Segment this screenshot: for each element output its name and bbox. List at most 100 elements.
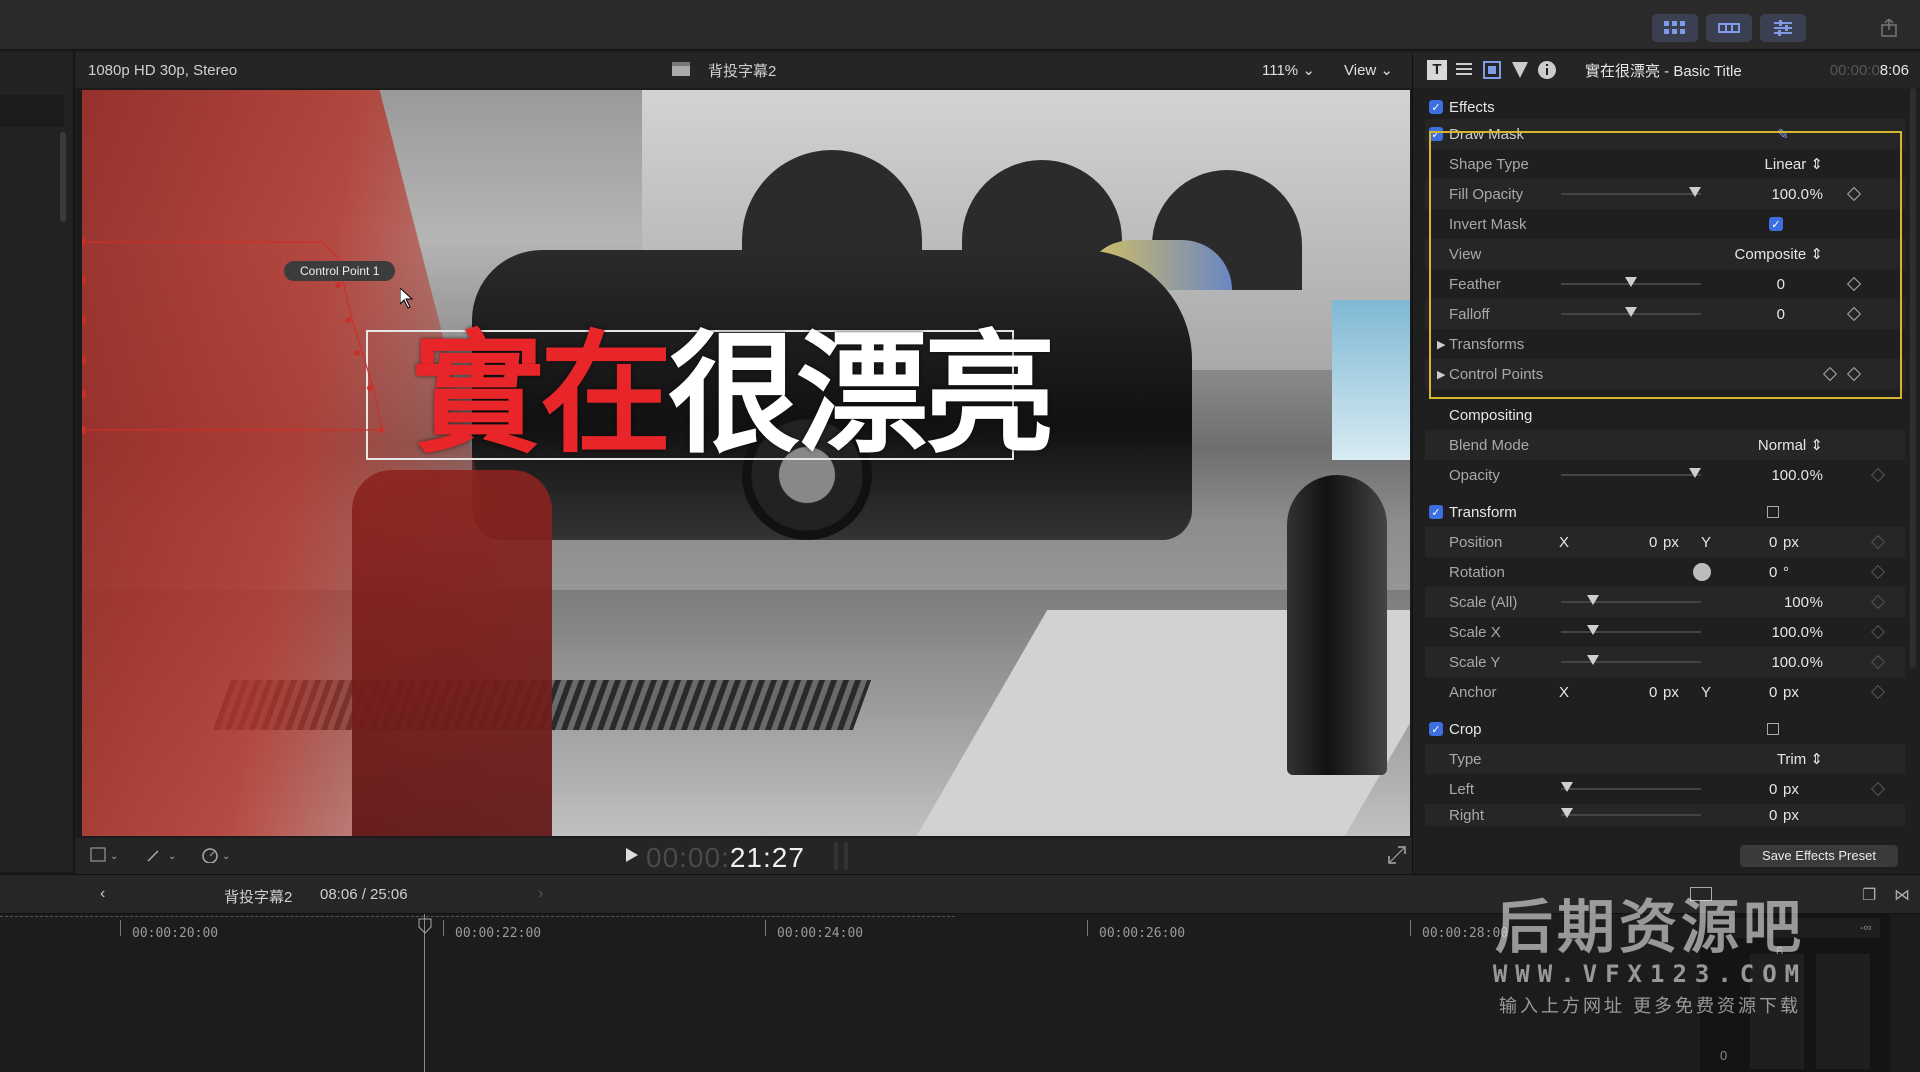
view-menu[interactable]: View ⌄ [1344,61,1393,79]
mask-control-point[interactable] [82,426,86,434]
inspector-duration-value: 8:06 [1879,61,1909,79]
view-menu-label: View [1344,62,1377,79]
scale-y-value[interactable]: 100.0 [1771,654,1809,671]
position-y-value[interactable]: 0 [1769,534,1777,551]
playhead-handle-icon[interactable] [418,918,432,934]
mask-control-point[interactable] [82,356,86,364]
keyframe-icon[interactable] [1870,684,1886,700]
crop-right-value[interactable]: 0 [1769,807,1777,824]
scale-all-slider[interactable] [1561,595,1701,605]
checkmark-icon: ✓ [1431,506,1441,519]
speed-menu[interactable]: ⌄ [202,847,236,867]
scale-all-value[interactable]: 100 [1784,594,1809,611]
audio-meter-mini [834,842,838,870]
crop-left-slider[interactable] [1561,782,1701,792]
draw-mask-selection-highlight [1429,131,1902,399]
libraries-toggle-button[interactable] [1652,14,1698,42]
keyframe-icon[interactable] [1870,781,1886,797]
keyframe-icon[interactable] [1870,467,1886,483]
text-inspector-tab[interactable]: T [1427,60,1447,80]
rotation-dial[interactable] [1693,563,1711,581]
grid-icon [1664,21,1685,34]
crop-checkbox[interactable]: ✓ [1429,722,1443,736]
rotation-unit: ° [1783,563,1789,581]
keyframe-icon[interactable] [1870,534,1886,550]
transform-menu[interactable]: ⌄ [90,847,120,867]
blend-mode-label: Blend Mode [1449,436,1530,454]
fullscreen-button[interactable] [1388,846,1406,868]
slider-knob[interactable] [1587,595,1599,605]
rotation-value[interactable]: 0 [1769,564,1777,581]
mask-control-point[interactable] [335,282,341,288]
blend-mode-popup[interactable]: Normal ⇕ [1758,436,1823,454]
scale-y-slider[interactable] [1561,655,1701,665]
slider-knob[interactable] [1561,782,1573,792]
playhead[interactable] [424,914,425,1072]
chevron-down-icon: ⌄ [1302,62,1315,79]
window-icon[interactable]: ❐ [1862,885,1876,905]
timeline-toggle-button[interactable] [1706,14,1752,42]
transform-onscreen-button[interactable] [1767,506,1779,518]
transform-checkbox[interactable]: ✓ [1429,505,1443,519]
anchor-x-value[interactable]: 0 [1649,684,1657,701]
video-inspector-tab[interactable] [1483,60,1501,84]
back-arrow-icon[interactable]: ‹ [100,885,105,903]
mask-control-point[interactable] [82,316,86,324]
position-label: Position [1449,533,1503,551]
crop-left-value[interactable]: 0 [1769,781,1777,798]
opacity-slider[interactable] [1561,468,1701,478]
crop-right-slider[interactable] [1561,808,1701,818]
move-cursor-icon [400,288,414,309]
anchor-y-value[interactable]: 0 [1769,684,1777,701]
keyframe-icon[interactable] [1870,594,1886,610]
mask-control-point[interactable] [82,390,86,398]
viewer-canvas[interactable]: 實在很漂亮 Control Point 1 [82,90,1410,836]
save-effects-preset-button[interactable]: Save Effects Preset [1740,845,1898,867]
bowtie-icon[interactable]: ⋈ [1894,885,1910,905]
browser-tab[interactable] [0,95,64,127]
keyframe-icon[interactable] [1870,654,1886,670]
inspector-toggle-button[interactable] [1760,14,1806,42]
share-button[interactable] [1866,14,1912,42]
crop-onscreen-button[interactable] [1767,723,1779,735]
inspector-scrollbar[interactable] [1910,88,1916,668]
keyframe-icon[interactable] [1870,564,1886,580]
position-x-value[interactable]: 0 [1649,534,1657,551]
mask-control-point[interactable] [82,238,86,246]
effects-header: ✓ Effects [1425,92,1905,122]
opacity-value[interactable]: 100.0 [1771,467,1809,484]
svg-text:⌄: ⌄ [110,851,118,862]
slider-knob[interactable] [1689,468,1701,478]
slider-knob[interactable] [1587,655,1599,665]
crop-type-popup[interactable]: Trim ⇕ [1777,750,1823,768]
mask-control-point[interactable] [82,276,86,284]
scale-x-value[interactable]: 100.0 [1771,624,1809,641]
mask-control-point[interactable] [367,385,373,391]
position-x-label: X [1559,533,1570,551]
meter-peak-value: -∞ [1860,922,1872,934]
zoom-menu[interactable]: 111% ⌄ [1262,61,1315,79]
slider-knob[interactable] [1561,808,1573,818]
play-button[interactable] [624,846,638,868]
effects-checkbox[interactable]: ✓ [1429,100,1443,114]
timecode-display[interactable]: 00:00:21:27 [646,842,805,874]
effects-label: Effects [1449,98,1495,116]
title-inspector-tab[interactable] [1455,60,1473,84]
color-inspector-tab[interactable] [1511,60,1529,84]
mask-control-point[interactable] [379,427,385,433]
anchor-row: Anchor X 0 px Y 0 px [1425,677,1905,707]
ruler-tick [1410,920,1411,936]
mask-control-point[interactable] [354,350,360,356]
mask-control-point[interactable] [345,317,351,323]
scale-y-label: Scale Y [1449,653,1501,671]
keyframe-icon[interactable] [1870,624,1886,640]
scale-x-slider[interactable] [1561,625,1701,635]
checkmark-icon: ✓ [1431,101,1441,114]
browser-scrollbar[interactable] [60,132,66,222]
anchor-y-unit: px [1783,683,1799,701]
forward-arrow-icon[interactable]: › [538,885,543,903]
draw-mask-shape[interactable] [82,90,1410,836]
enhancement-menu[interactable]: ⌄ [146,847,180,867]
slider-knob[interactable] [1587,625,1599,635]
info-inspector-tab[interactable] [1537,60,1557,84]
